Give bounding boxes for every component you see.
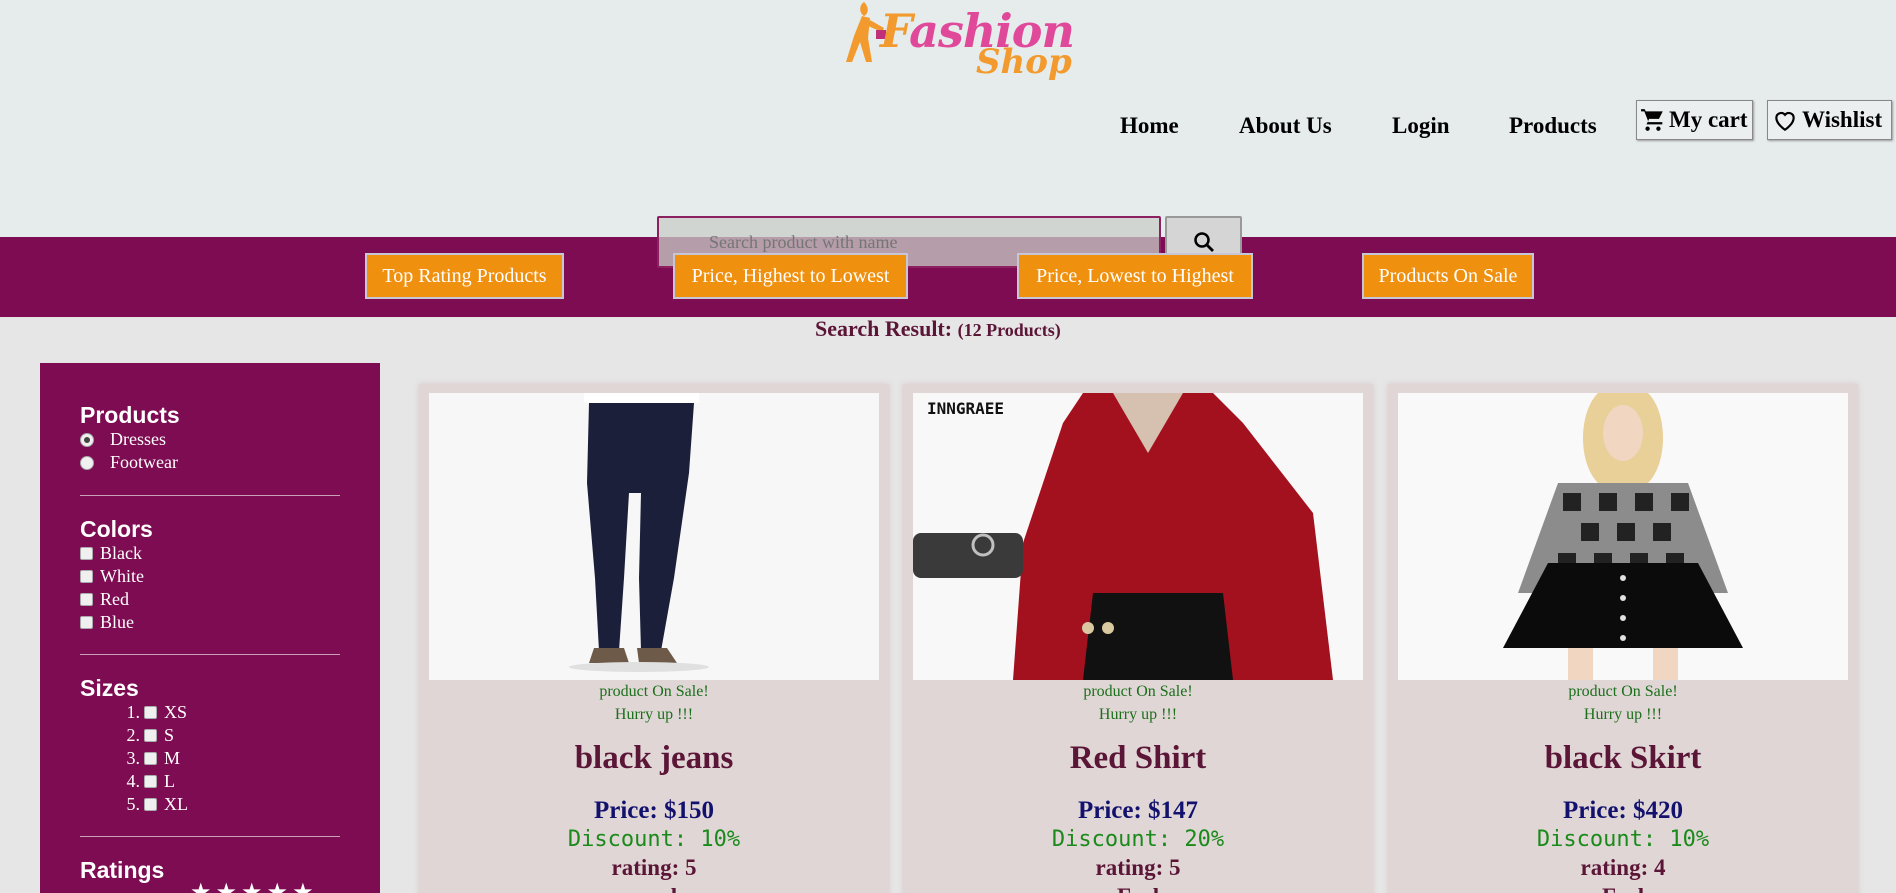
product-price: Price: $147 <box>1077 797 1199 824</box>
filter-size-xs[interactable]: 1. XS <box>116 702 188 723</box>
price-high-to-low-button[interactable]: Price, Highest to Lowest <box>673 253 908 299</box>
filter-size-m[interactable]: 3. M <box>116 748 181 769</box>
divider <box>80 836 340 837</box>
filter-color-black[interactable]: Black <box>80 543 142 564</box>
filter-color-white[interactable]: White <box>80 566 144 587</box>
filter-label: L <box>164 771 175 791</box>
product-rating: rating: 5 <box>1095 855 1181 880</box>
checkbox[interactable] <box>144 775 157 788</box>
red-shirt-photo <box>913 393 1363 680</box>
filter-label: XL <box>164 794 188 814</box>
filter-size-xl[interactable]: 5. XL <box>116 794 189 815</box>
colors-filter-title: Colors <box>80 516 153 542</box>
product-card[interactable]: product On Sale! Hurry up !!! black Skir… <box>1388 384 1858 893</box>
radio-button[interactable] <box>80 455 94 470</box>
product-name[interactable]: Red Shirt <box>903 740 1373 777</box>
filter-footwear[interactable]: Footwear <box>80 452 178 473</box>
product-discount: Discount: 10% <box>1536 827 1710 852</box>
checkbox[interactable] <box>80 616 93 629</box>
top-rating-button[interactable]: Top Rating Products <box>365 253 564 299</box>
product-rating: rating: 5 <box>611 855 697 880</box>
products-filter-title: Products <box>80 402 180 428</box>
logo-subtitle: Shop <box>976 42 1072 82</box>
my-cart-label: My cart <box>1669 107 1748 132</box>
sale-notice: product On Sale! <box>599 683 709 700</box>
checkbox[interactable] <box>80 593 93 606</box>
filter-label: Dresses <box>110 429 166 449</box>
product-extra: F...d <box>903 884 1373 893</box>
checkbox[interactable] <box>144 752 157 765</box>
nav-home-link[interactable]: Home <box>1120 113 1179 139</box>
ratings-filter-title: Ratings <box>80 857 165 883</box>
search-result-count: (12 Products) <box>957 320 1061 340</box>
wishlist-button[interactable]: Wishlist <box>1767 100 1892 140</box>
list-number: 3. <box>126 748 141 768</box>
product-card[interactable]: product On Sale! Hurry up !!! black jean… <box>419 384 889 893</box>
product-discount: Discount: 20% <box>1051 827 1225 852</box>
list-number: 1. <box>126 702 141 722</box>
product-discount: Discount: 10% <box>567 827 741 852</box>
product-price: Price: $150 <box>593 797 715 824</box>
product-card[interactable]: INNGRAEE product On Sale! Hurry up !!! R… <box>903 384 1373 893</box>
fashion-shop-logo[interactable]: Fashion Shop <box>824 0 1075 85</box>
search-result-label: Search Result: <box>815 316 953 341</box>
nav-login-link[interactable]: Login <box>1392 113 1450 139</box>
filter-size-l[interactable]: 4. L <box>116 771 176 792</box>
filter-color-red[interactable]: Red <box>80 589 129 610</box>
list-number: 2. <box>126 725 141 745</box>
jeans-photo <box>429 393 879 680</box>
filter-label: Black <box>100 543 142 563</box>
filter-label: Blue <box>100 612 134 632</box>
radio-button[interactable] <box>80 432 94 447</box>
product-extra: F...d <box>1388 884 1858 893</box>
product-extra: e... d <box>419 884 889 893</box>
cart-icon <box>1641 109 1663 131</box>
nav-about-link[interactable]: About Us <box>1239 113 1332 139</box>
product-price: Price: $420 <box>1562 797 1684 824</box>
checkbox[interactable] <box>144 798 157 811</box>
wishlist-label: Wishlist <box>1802 107 1883 132</box>
rating-stars[interactable]: ★★★★★ <box>190 878 318 893</box>
checkbox[interactable] <box>80 547 93 560</box>
sizes-filter-title: Sizes <box>80 675 139 701</box>
image-brand-watermark: INNGRAEE <box>927 399 1005 418</box>
hurry-notice: Hurry up !!! <box>1098 706 1178 723</box>
black-skirt-photo <box>1398 393 1848 680</box>
divider <box>80 654 340 655</box>
product-image[interactable] <box>1398 393 1848 680</box>
filter-label: Footwear <box>110 452 178 472</box>
product-rating: rating: 4 <box>1580 855 1666 880</box>
filter-color-blue[interactable]: Blue <box>80 612 134 633</box>
my-cart-button[interactable]: My cart <box>1636 100 1753 140</box>
filter-size-s[interactable]: 2. S <box>116 725 175 746</box>
list-number: 4. <box>126 771 141 791</box>
hurry-notice: Hurry up !!! <box>1583 706 1663 723</box>
filter-sidebar: Products Dresses Footwear Colors Black W… <box>40 363 380 893</box>
checkbox[interactable] <box>144 706 157 719</box>
checkbox[interactable] <box>80 570 93 583</box>
list-number: 5. <box>126 794 141 814</box>
product-name[interactable]: black Skirt <box>1388 740 1858 777</box>
product-image[interactable]: INNGRAEE <box>913 393 1363 680</box>
product-name[interactable]: black jeans <box>419 740 889 777</box>
hurry-notice: Hurry up !!! <box>614 706 694 723</box>
search-icon <box>1193 232 1214 252</box>
checkbox[interactable] <box>144 729 157 742</box>
on-sale-button[interactable]: Products On Sale <box>1362 253 1534 299</box>
divider <box>80 495 340 496</box>
heart-icon <box>1775 111 1795 132</box>
search-result-summary: Search Result: (12 Products) <box>815 316 1061 342</box>
filter-label: Red <box>100 589 129 609</box>
filter-label: M <box>164 748 181 768</box>
header: Fashion Shop Home About Us Login Product… <box>0 0 1896 237</box>
sale-notice: product On Sale! <box>1568 683 1678 700</box>
filter-label: S <box>164 725 175 745</box>
sale-notice: product On Sale! <box>1083 683 1193 700</box>
filter-label: White <box>100 566 144 586</box>
price-low-to-high-button[interactable]: Price, Lowest to Highest <box>1017 253 1253 299</box>
filter-label: XS <box>164 702 188 722</box>
nav-products-link[interactable]: Products <box>1509 113 1597 139</box>
filter-dresses[interactable]: Dresses <box>80 429 166 450</box>
product-image[interactable] <box>429 393 879 680</box>
